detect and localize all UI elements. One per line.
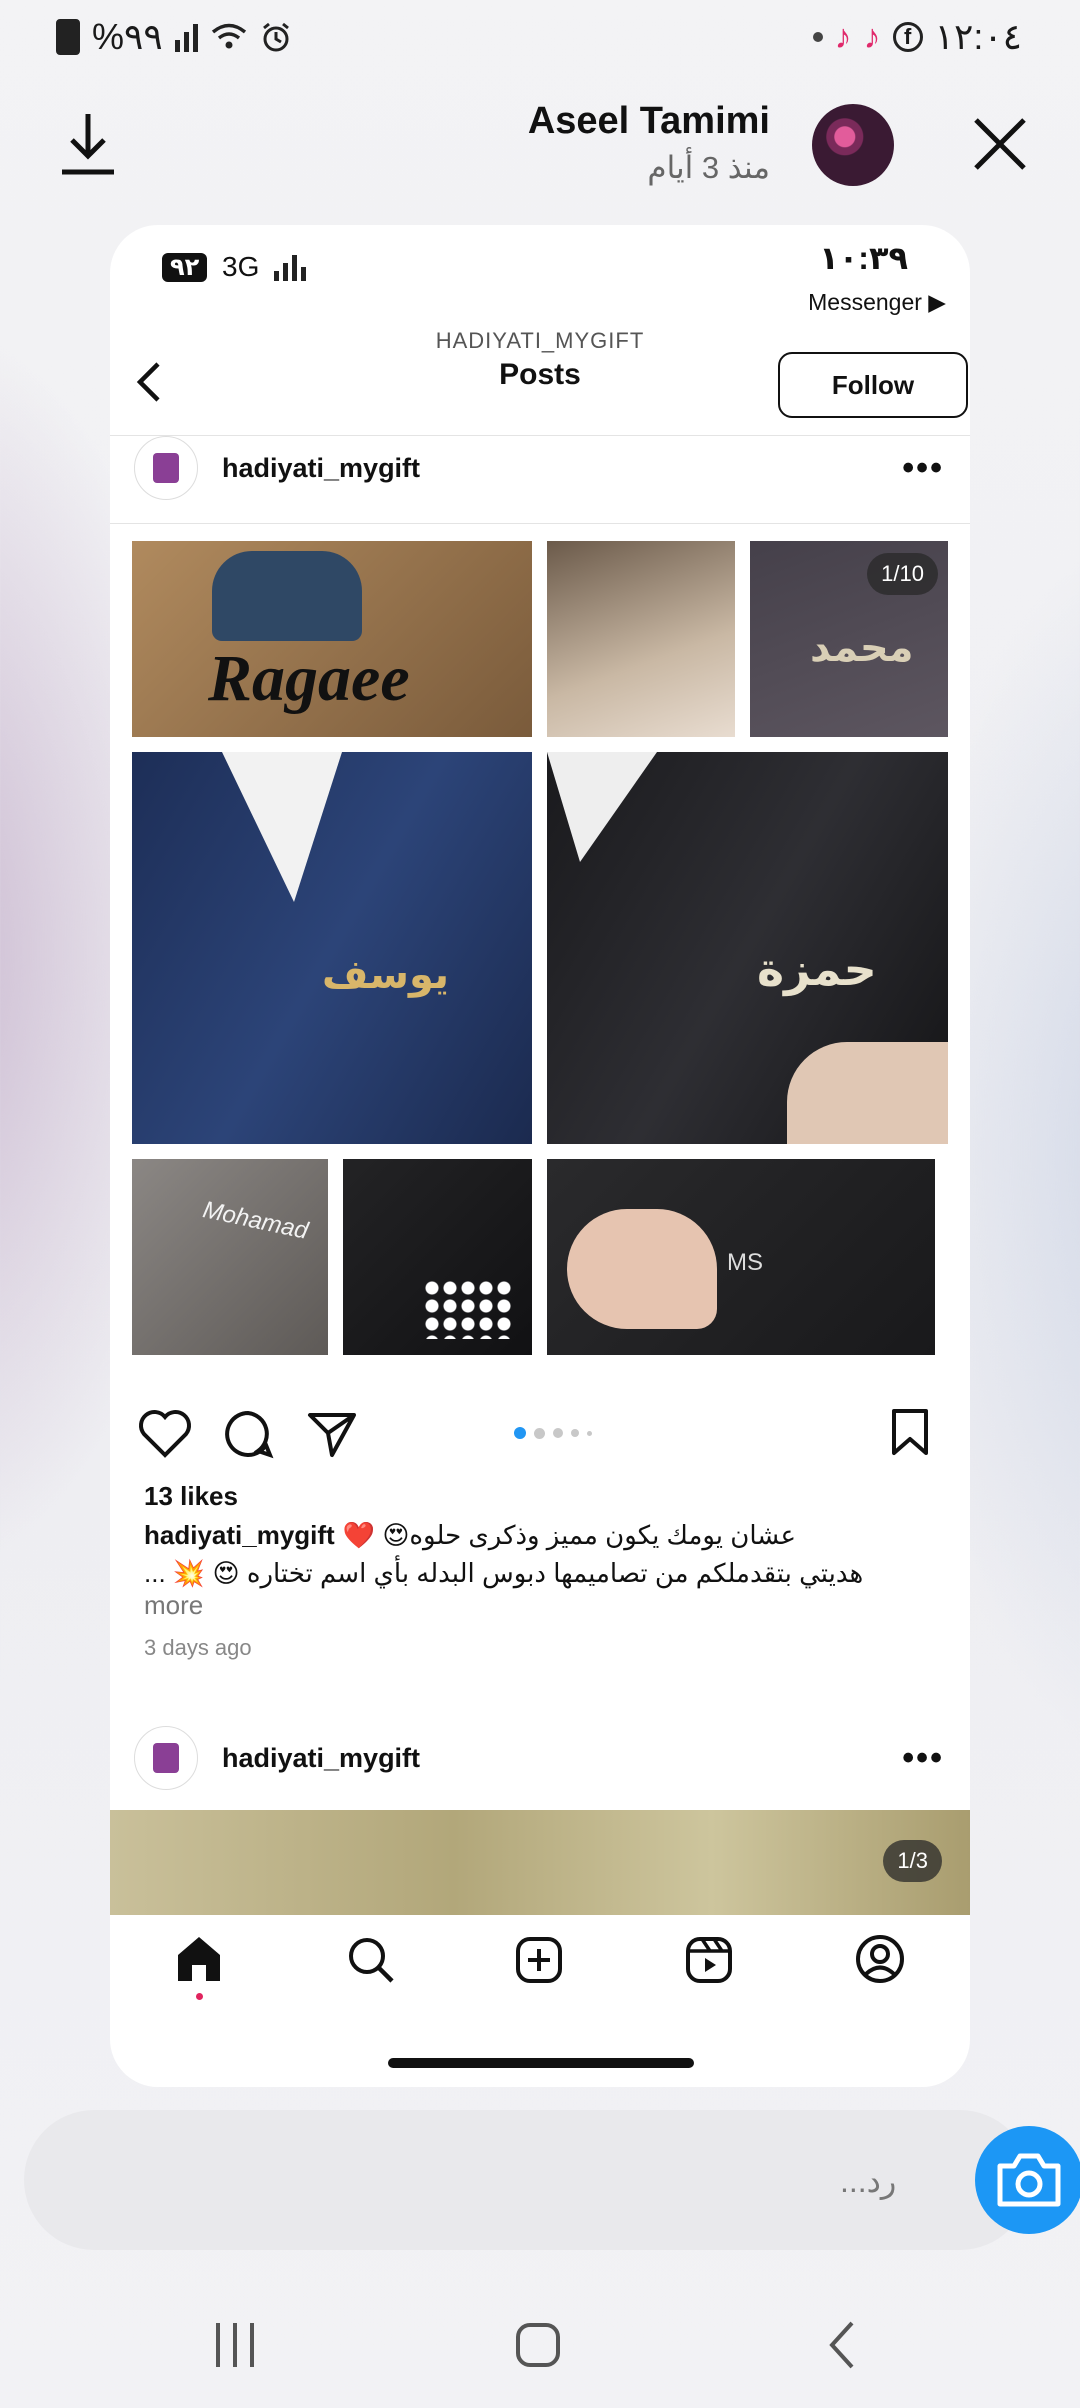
inner-battery: ٩٢ — [162, 253, 208, 282]
story-avatar[interactable] — [812, 104, 894, 186]
battery-percent: %٩٩ — [92, 16, 163, 57]
image-text: Mohamad — [200, 1196, 311, 1245]
collage-image[interactable]: 1/10 محمد — [750, 541, 948, 737]
flower-shape — [423, 1279, 513, 1339]
next-post-image[interactable]: 1/3 — [110, 1810, 970, 1915]
collage-image[interactable]: MS — [547, 1159, 935, 1355]
system-back-icon[interactable] — [822, 2310, 862, 2380]
reels-icon[interactable] — [684, 1935, 734, 1985]
letter-shape — [212, 551, 362, 641]
image-text: MS — [727, 1249, 763, 1276]
collage-image[interactable] — [547, 541, 735, 737]
more-icon[interactable]: ••• — [902, 1739, 944, 1778]
caption-line1: hadiyati_mygift عشان يومك يكون مميز وذكر… — [144, 1520, 936, 1551]
image-text: Ragaee — [208, 642, 410, 715]
ig-username-caps: HADIYATI_MYGIFT — [435, 328, 645, 353]
signal-icon — [174, 22, 198, 52]
status-right: ♪ ♪ f ١٢:٠٤ — [812, 14, 1022, 60]
post-header: hadiyati_mygift ••• — [110, 413, 970, 524]
caption-username[interactable]: hadiyati_mygift — [144, 1520, 335, 1551]
post-username[interactable]: hadiyati_mygift — [222, 1743, 420, 1774]
hand-shape — [787, 1042, 948, 1144]
shirt-shape — [547, 752, 657, 862]
dot-icon — [812, 32, 823, 42]
post-actions — [110, 1397, 970, 1467]
ig-bottom-nav — [110, 1915, 970, 2005]
wifi-icon — [211, 23, 246, 49]
share-icon[interactable] — [306, 1409, 358, 1459]
collage-image[interactable]: Mohamad — [132, 1159, 328, 1355]
facebook-icon: f — [892, 22, 923, 52]
story-time: منذ 3 أيام — [647, 150, 770, 185]
alarm-icon — [262, 22, 289, 52]
more-link[interactable]: more — [144, 1590, 936, 1621]
story-card[interactable]: ٩٢ 3G ١٠:٣٩ Messenger ▶ HADIYATI_MYGIFT … — [110, 225, 970, 2087]
post-avatar[interactable] — [134, 436, 198, 500]
post-avatar[interactable] — [134, 1726, 198, 1790]
collage-image[interactable]: يوسف — [132, 752, 532, 1144]
battery-icon — [56, 19, 80, 55]
shirt-shape — [222, 752, 342, 902]
caption-line2: هديتي بتقدملكم من تصاميمها دبوس البدله ب… — [144, 1558, 864, 1588]
hand-shape — [567, 1209, 717, 1329]
home-button-icon[interactable] — [514, 2310, 562, 2380]
home-icon[interactable] — [174, 1933, 224, 1985]
inner-network: 3G — [222, 251, 260, 282]
download-icon[interactable] — [58, 110, 118, 176]
tiktok-icon: ♪ — [834, 17, 852, 56]
likes-count[interactable]: 13 likes — [144, 1481, 936, 1512]
comment-icon[interactable] — [222, 1409, 274, 1459]
home-indicator — [388, 2058, 694, 2068]
story-author-name[interactable]: Aseel Tamimi — [528, 100, 770, 143]
back-to-messenger: Messenger ▶ — [808, 289, 946, 315]
create-icon[interactable] — [514, 1935, 564, 1985]
reply-placeholder: رد... — [840, 2163, 897, 2199]
notification-dot — [196, 1993, 203, 2000]
more-icon[interactable]: ••• — [902, 449, 944, 488]
status-left: %٩٩ — [56, 14, 292, 60]
inner-signal-icon — [274, 251, 306, 281]
search-icon[interactable] — [346, 1935, 396, 1985]
collage-image[interactable]: حمزة — [547, 752, 948, 1144]
bookmark-icon[interactable] — [888, 1407, 932, 1457]
camera-button[interactable] — [975, 2126, 1080, 2234]
profile-icon[interactable] — [854, 1933, 906, 1985]
close-icon[interactable] — [972, 116, 1028, 172]
inner-time: ١٠:٣٩ — [819, 240, 908, 276]
recents-icon[interactable] — [210, 2310, 260, 2380]
heart-icon[interactable] — [138, 1409, 192, 1459]
image-text: حمزة — [757, 943, 877, 995]
carousel-dots — [514, 1427, 592, 1439]
tiktok-icon: ♪ — [863, 17, 881, 56]
caption-text: عشان يومك يكون مميز وذكرى حلوه😍 ❤️ — [342, 1520, 796, 1550]
camera-icon — [997, 2153, 1061, 2207]
post-username[interactable]: hadiyati_mygift — [222, 453, 420, 484]
image-text: محمد — [810, 626, 914, 670]
post-date: 3 days ago — [144, 1635, 252, 1660]
status-time: ١٢:٠٤ — [934, 16, 1022, 57]
collage-image[interactable] — [343, 1159, 532, 1355]
media-counter: 1/3 — [883, 1840, 942, 1882]
inner-status-bar: ٩٢ 3G ١٠:٣٩ Messenger ▶ — [110, 240, 970, 315]
image-text: يوسف — [322, 953, 450, 997]
collage-image[interactable]: Ragaee — [132, 541, 532, 737]
next-post-header: hadiyati_mygift ••• — [110, 1703, 970, 1813]
media-counter: 1/10 — [867, 553, 938, 595]
follow-button[interactable]: Follow — [778, 352, 968, 418]
